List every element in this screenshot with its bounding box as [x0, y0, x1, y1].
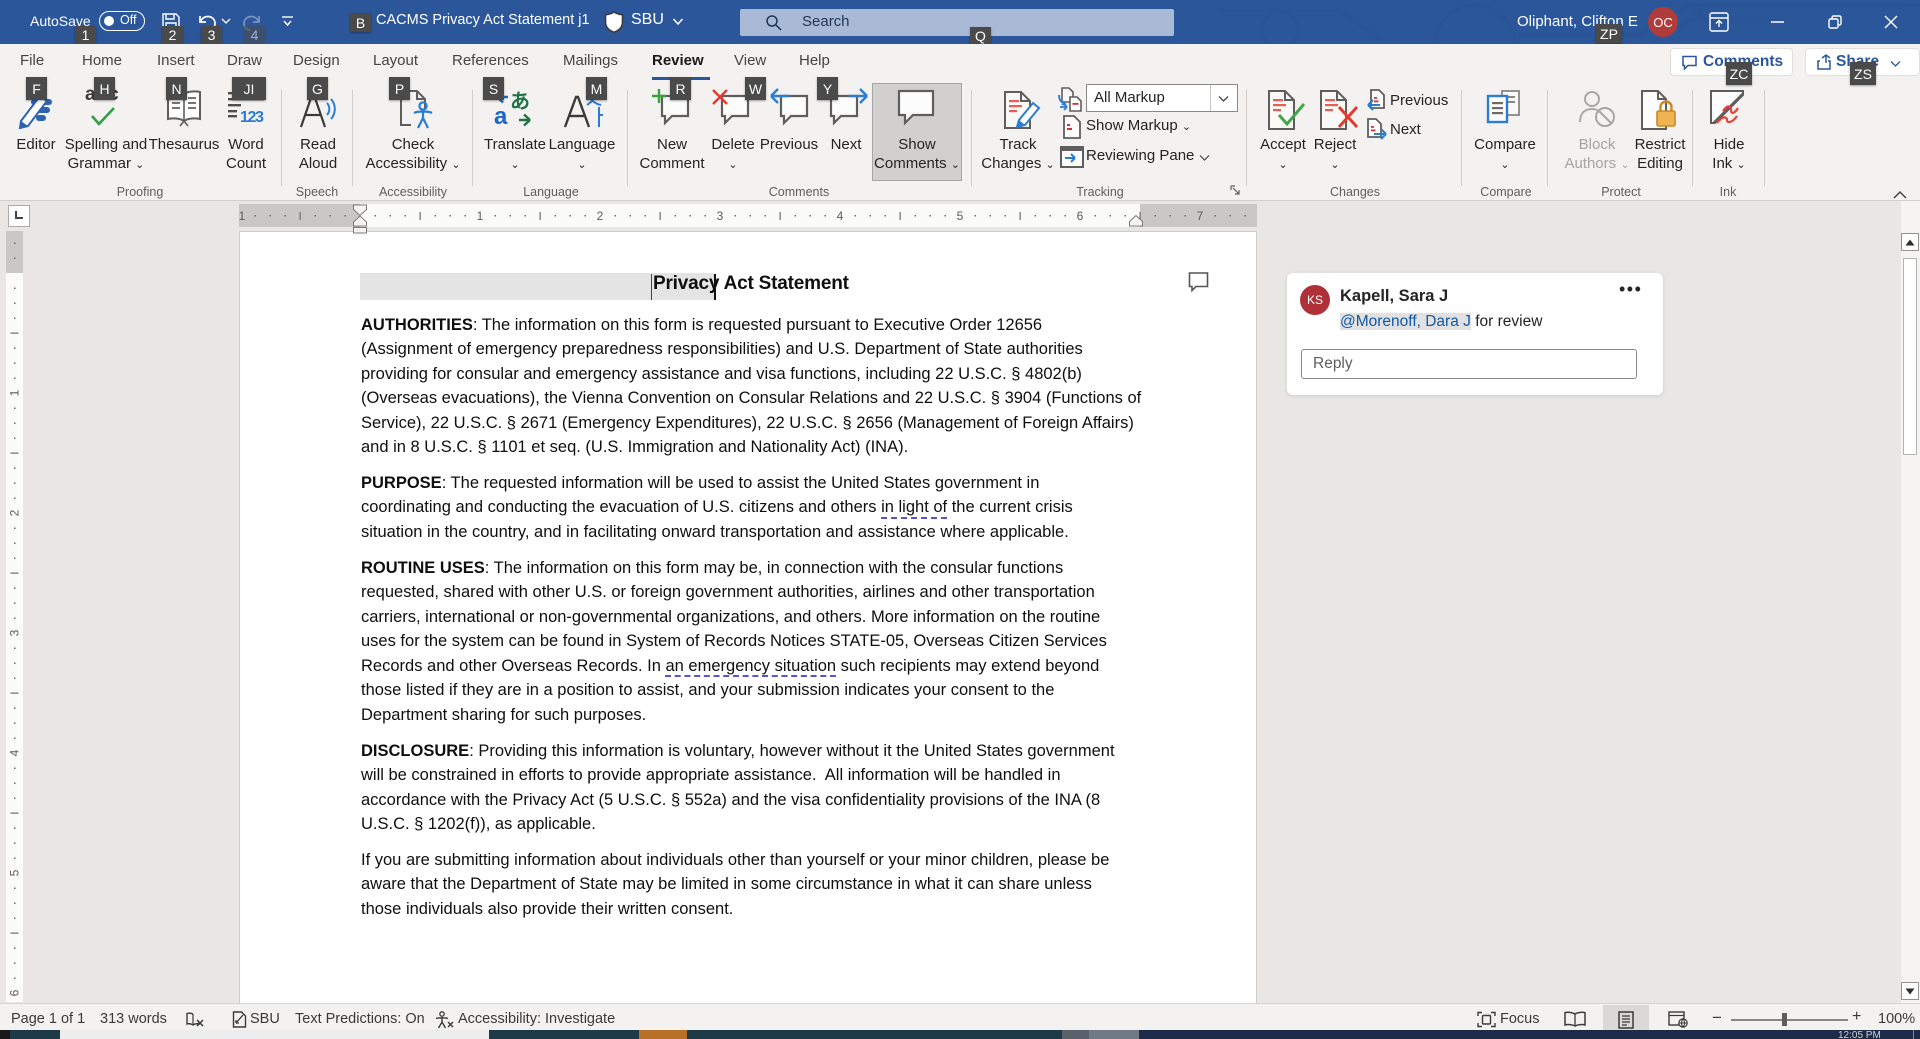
svg-text:1: 1: [477, 209, 484, 223]
svg-text:4: 4: [8, 749, 22, 756]
svg-text:2: 2: [597, 209, 604, 223]
svg-text:3: 3: [8, 629, 22, 636]
svg-text:7: 7: [1197, 209, 1204, 223]
svg-text:5: 5: [8, 869, 22, 876]
svg-text:1: 1: [8, 389, 22, 396]
svg-text:5: 5: [957, 209, 964, 223]
svg-text:6: 6: [8, 989, 22, 996]
svg-text:3: 3: [717, 209, 724, 223]
svg-text:a: a: [494, 103, 508, 130]
svg-text:4: 4: [837, 209, 844, 223]
svg-text:2: 2: [8, 509, 22, 516]
svg-text:123: 123: [240, 109, 264, 126]
svg-text:1: 1: [239, 209, 246, 223]
svg-text:あ: あ: [510, 90, 530, 113]
svg-text:6: 6: [1077, 209, 1084, 223]
